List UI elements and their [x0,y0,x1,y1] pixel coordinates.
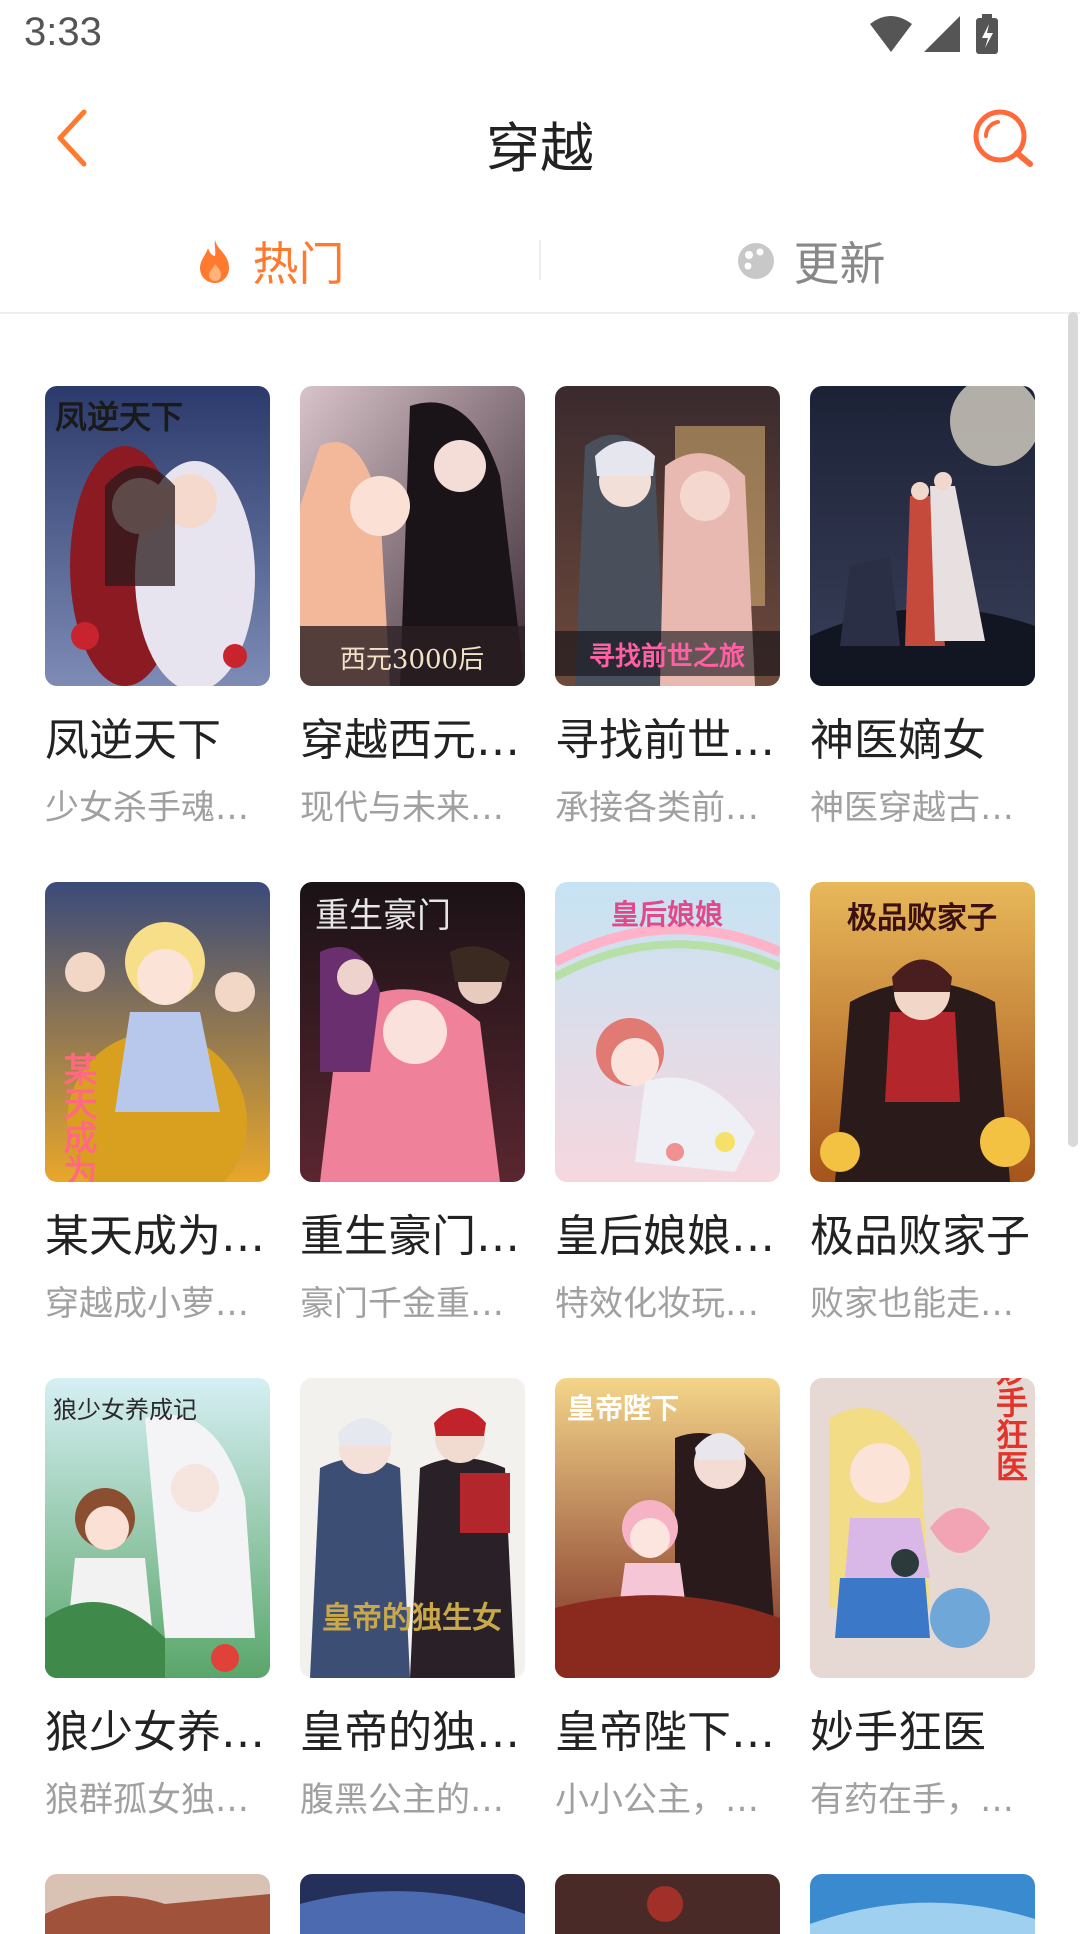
tab-bar: 热门 更新 [0,210,1080,314]
comic-card[interactable] [810,1874,1035,1934]
svg-text:皇后娘娘: 皇后娘娘 [611,898,723,931]
comic-cover[interactable]: 某天成为 [45,882,270,1182]
page-title: 穿越 [486,117,594,180]
comic-title: 妙手狂医 [810,1707,986,1758]
comic-title: 重生豪门… [300,1211,520,1262]
comic-cover[interactable]: 寻找前世之旅 [555,386,780,686]
comic-cover[interactable] [810,386,1035,686]
comic-desc: 神医穿越古… [810,788,1014,828]
comic-card[interactable]: 狼少女养成记 狼少女养… 狼群孤女独… [45,1378,270,1821]
comic-title: 皇帝陛下… [555,1707,775,1758]
comic-desc: 有药在手，… [810,1780,1014,1820]
tab-new[interactable]: 更新 [541,210,1080,312]
comic-card[interactable]: 妙手狂医 妙手狂医 有药在手，… [810,1378,1035,1821]
comic-cover[interactable] [810,1874,1035,1934]
svg-text:西元3000后: 西元3000后 [340,645,484,675]
comic-card[interactable]: 寻找前世之旅 寻找前世… 承接各类前… [555,386,780,829]
comic-desc: 腹黑公主的… [300,1780,504,1820]
comic-desc: 败家也能走… [810,1284,1014,1324]
svg-text:狼少女养成记: 狼少女养成记 [53,1396,197,1424]
svg-text:某天成为: 某天成为 [57,1052,97,1182]
status-icons [868,12,1008,62]
scrollbar[interactable] [1068,312,1078,1147]
comic-title: 皇帝的独… [300,1707,520,1758]
comic-cover[interactable]: 极品败家子 [810,882,1035,1182]
comic-cover[interactable]: 狼少女养成记 [45,1378,270,1678]
comic-card[interactable]: 极品败家子 极品败家子 败家也能走… [810,882,1035,1325]
comic-card[interactable]: 皇帝陛下 皇帝陛下… 小小公主，… [555,1378,780,1821]
flame-icon [199,240,229,283]
svg-text:皇帝的独生女: 皇帝的独生女 [322,1601,502,1636]
search-icon [973,109,1033,167]
svg-text:凤逆天下: 凤逆天下 [55,398,183,436]
palette-icon [737,243,774,279]
comic-card[interactable] [300,1874,525,1934]
comic-card[interactable] [555,1874,780,1934]
comic-title: 神医嫡女 [810,715,986,766]
comic-card[interactable]: 皇帝的独生女 皇帝的独… 腹黑公主的… [300,1378,525,1821]
comic-cover[interactable]: 皇帝陛下 [555,1378,780,1678]
comic-cover[interactable]: 皇帝的独生女 [300,1378,525,1678]
comic-desc: 特效化妆玩… [555,1284,759,1324]
svg-text:重生豪门: 重生豪门 [315,896,451,936]
comic-cover[interactable]: 凤逆天下 [45,386,270,686]
battery-icon [976,14,998,54]
comic-title: 凤逆天下 [45,715,221,766]
comic-card[interactable]: 凤逆天下 凤逆天下 少女杀手魂… [45,386,270,829]
comic-cover[interactable]: 重生豪门 [300,882,525,1182]
comic-desc: 狼群孤女独… [45,1780,249,1820]
comic-cover[interactable] [555,1874,780,1934]
comic-cover[interactable] [45,1874,270,1934]
comic-card[interactable] [45,1874,270,1934]
comic-desc: 承接各类前… [555,788,759,828]
comic-desc: 小小公主，… [555,1780,759,1820]
tab-hot-label: 热门 [252,237,345,291]
comic-desc: 少女杀手魂… [45,788,249,828]
comic-title: 某天成为… [45,1211,265,1262]
signal-icon [924,16,960,52]
comic-card[interactable]: 某天成为 某天成为… 穿越成小萝… [45,882,270,1325]
tab-new-label: 更新 [793,237,886,291]
wifi-icon [870,16,912,52]
status-time: 3:33 [24,10,102,54]
nav-bar: 穿越 [0,72,1080,204]
search-button[interactable] [964,100,1040,176]
comic-title: 狼少女养… [45,1707,265,1758]
comic-card[interactable]: 神医嫡女 神医穿越古… [810,386,1035,829]
comic-title: 寻找前世… [555,715,775,766]
comic-card[interactable]: 西元3000后 穿越西元… 现代与未来… [300,386,525,829]
comic-cover[interactable] [300,1874,525,1934]
status-bar: 3:33 [0,0,1080,72]
svg-text:妙手狂医: 妙手狂医 [991,1378,1029,1482]
comic-desc: 现代与未来… [300,788,504,828]
svg-text:皇帝陛下: 皇帝陛下 [567,1392,679,1425]
svg-text:寻找前世之旅: 寻找前世之旅 [589,641,745,672]
comic-card[interactable]: 重生豪门 重生豪门… 豪门千金重… [300,882,525,1325]
comic-card[interactable]: 皇后娘娘 皇后娘娘… 特效化妆玩… [555,882,780,1325]
svg-text:极品败家子: 极品败家子 [847,901,997,936]
comic-desc: 豪门千金重… [300,1284,504,1324]
comic-cover[interactable]: 西元3000后 [300,386,525,686]
comic-cover[interactable]: 皇后娘娘 [555,882,780,1182]
comic-title: 极品败家子 [810,1211,1030,1262]
comic-title: 皇后娘娘… [555,1211,775,1262]
tab-hot[interactable]: 热门 [0,210,539,312]
comic-desc: 穿越成小萝… [45,1284,249,1324]
comic-cover[interactable]: 妙手狂医 [810,1378,1035,1678]
comic-title: 穿越西元… [300,715,520,766]
